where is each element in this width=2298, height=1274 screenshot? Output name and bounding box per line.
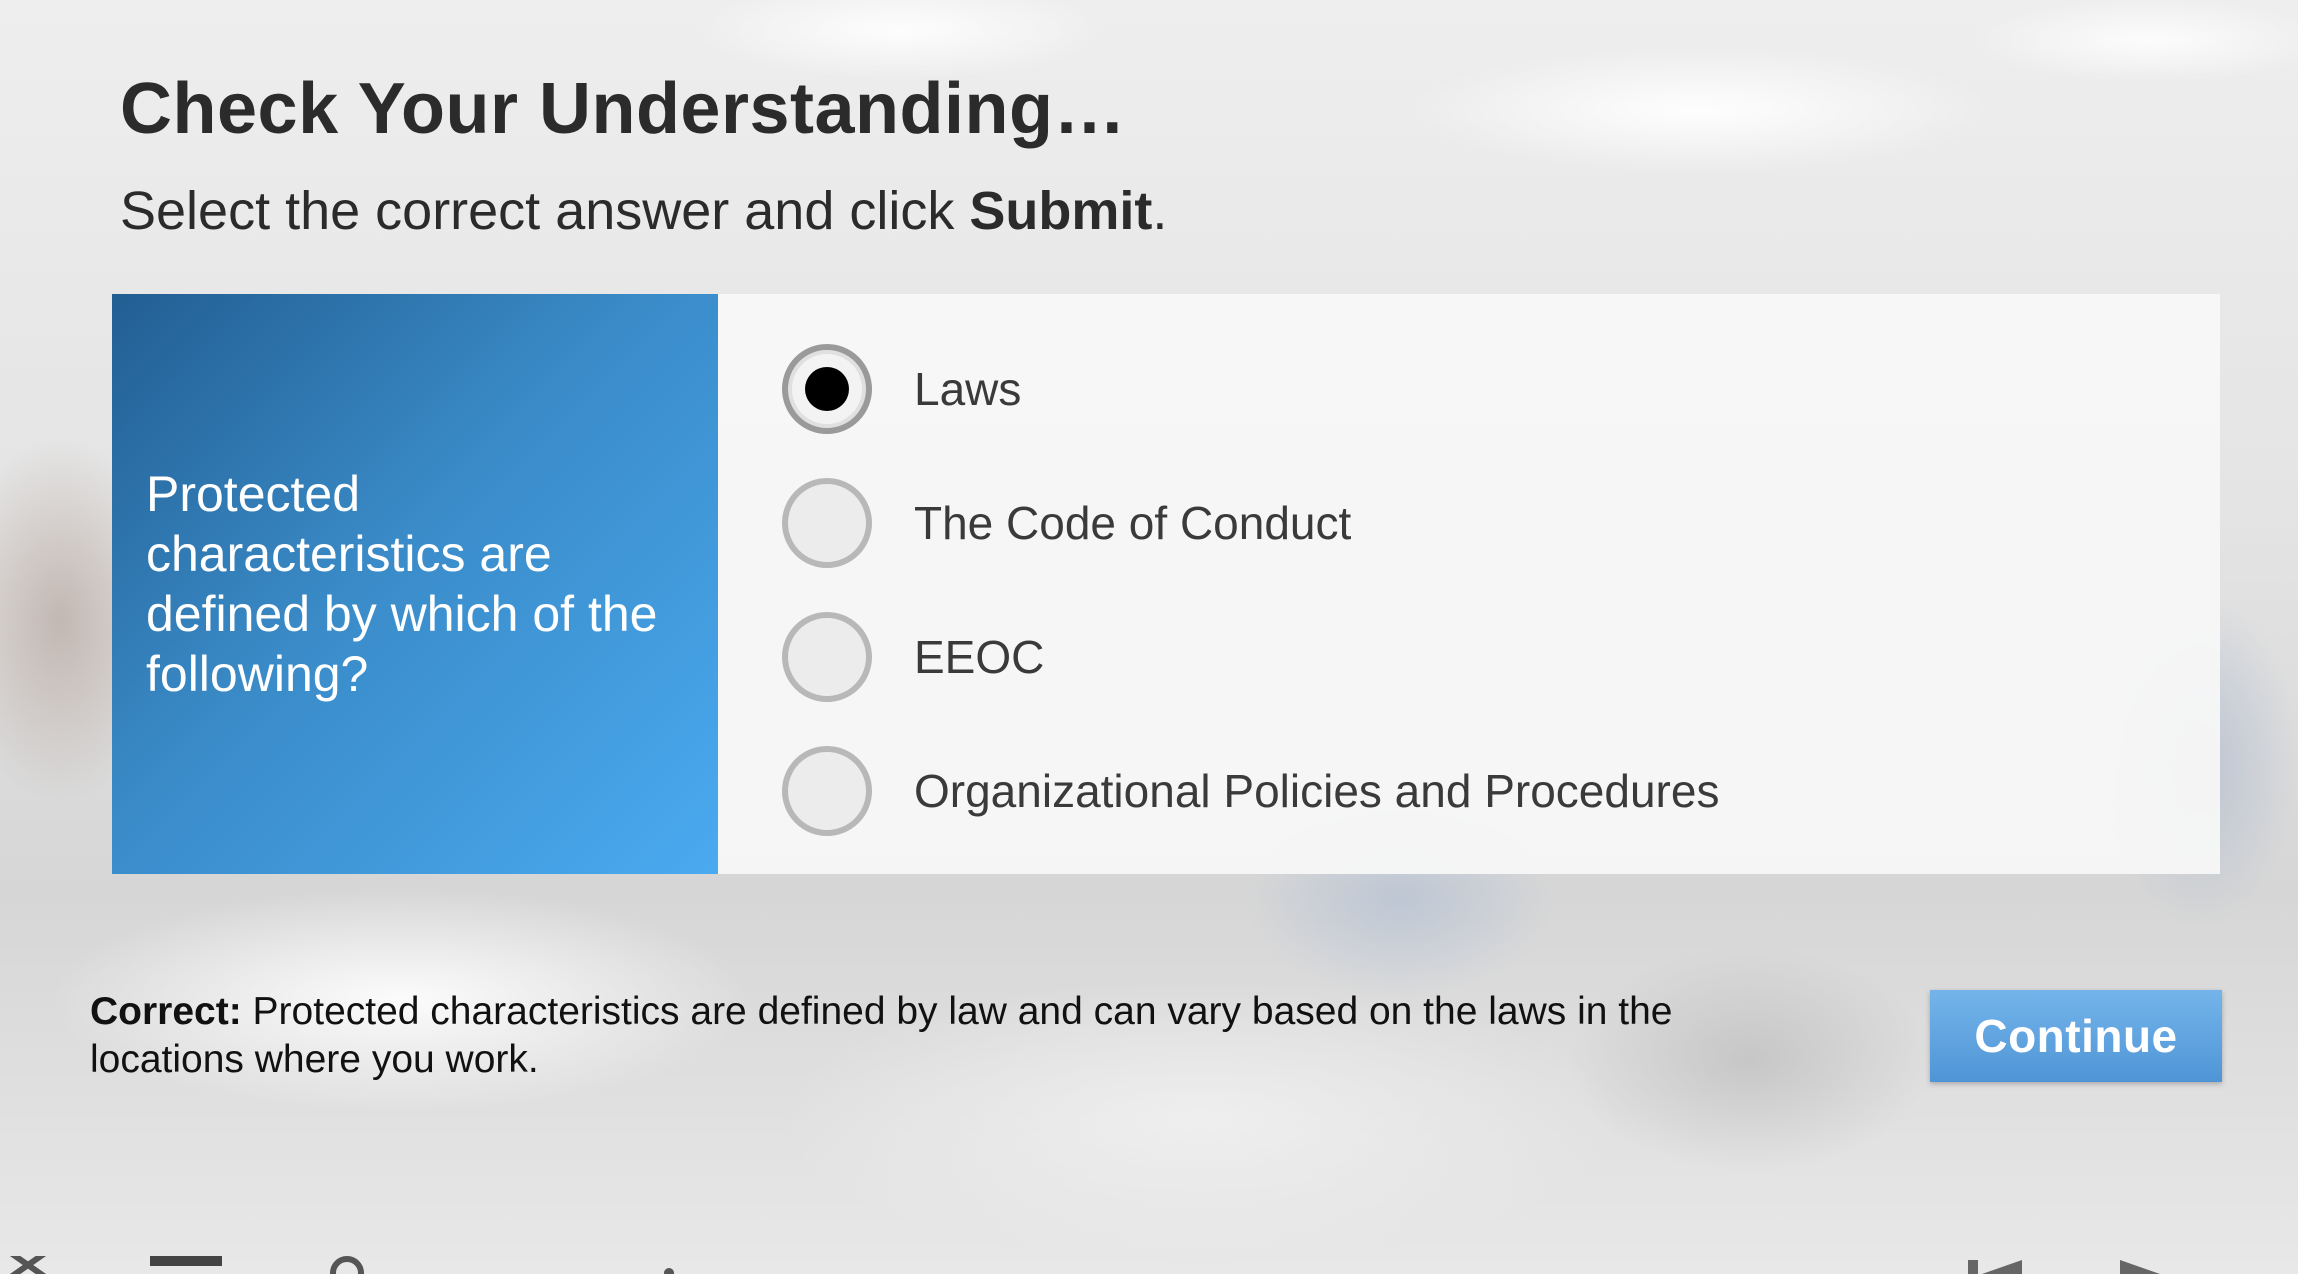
radio-button[interactable] bbox=[782, 746, 872, 836]
answer-label: EEOC bbox=[914, 631, 1045, 683]
pin-icon[interactable] bbox=[330, 1256, 364, 1274]
instruction-suffix: . bbox=[1152, 181, 1168, 241]
instruction-text: Select the correct answer and click Subm… bbox=[120, 180, 1167, 242]
answers-panel: Laws The Code of Conduct EEOC Organizati… bbox=[718, 294, 2220, 874]
answer-option-eeoc[interactable]: EEOC bbox=[782, 612, 1044, 702]
radio-dot-icon bbox=[805, 367, 849, 411]
question-text: Protected characteristics are defined by… bbox=[146, 466, 658, 702]
previous-icon[interactable] bbox=[1968, 1256, 2028, 1274]
player-controls-bar bbox=[0, 1256, 2298, 1274]
continue-button[interactable]: Continue bbox=[1930, 990, 2222, 1082]
menu-icon[interactable] bbox=[150, 1256, 222, 1274]
answer-option-policies[interactable]: Organizational Policies and Procedures bbox=[782, 746, 1719, 836]
quiz-card: Protected characteristics are defined by… bbox=[112, 294, 2220, 874]
dot-icon[interactable] bbox=[664, 1268, 674, 1274]
radio-button[interactable] bbox=[782, 612, 872, 702]
question-panel: Protected characteristics are defined by… bbox=[112, 294, 718, 874]
radio-button[interactable] bbox=[782, 478, 872, 568]
feedback-message: Correct: Protected characteristics are d… bbox=[90, 988, 1810, 1084]
page-title: Check Your Understanding… bbox=[120, 69, 1126, 149]
radio-button-selected[interactable] bbox=[782, 344, 872, 434]
next-icon[interactable] bbox=[2120, 1256, 2170, 1274]
feedback-text: Protected characteristics are defined by… bbox=[90, 990, 1673, 1081]
answer-label: The Code of Conduct bbox=[914, 497, 1352, 549]
answer-label: Organizational Policies and Procedures bbox=[914, 765, 1720, 817]
feedback-prefix: Correct: bbox=[90, 990, 242, 1033]
answer-option-code-of-conduct[interactable]: The Code of Conduct bbox=[782, 478, 1351, 568]
answer-option-laws[interactable]: Laws bbox=[782, 344, 1021, 434]
instruction-submit-word: Submit bbox=[969, 181, 1153, 241]
instruction-prefix: Select the correct answer and click bbox=[120, 181, 970, 241]
answer-label: Laws bbox=[914, 363, 1022, 415]
close-icon[interactable] bbox=[0, 1256, 48, 1274]
